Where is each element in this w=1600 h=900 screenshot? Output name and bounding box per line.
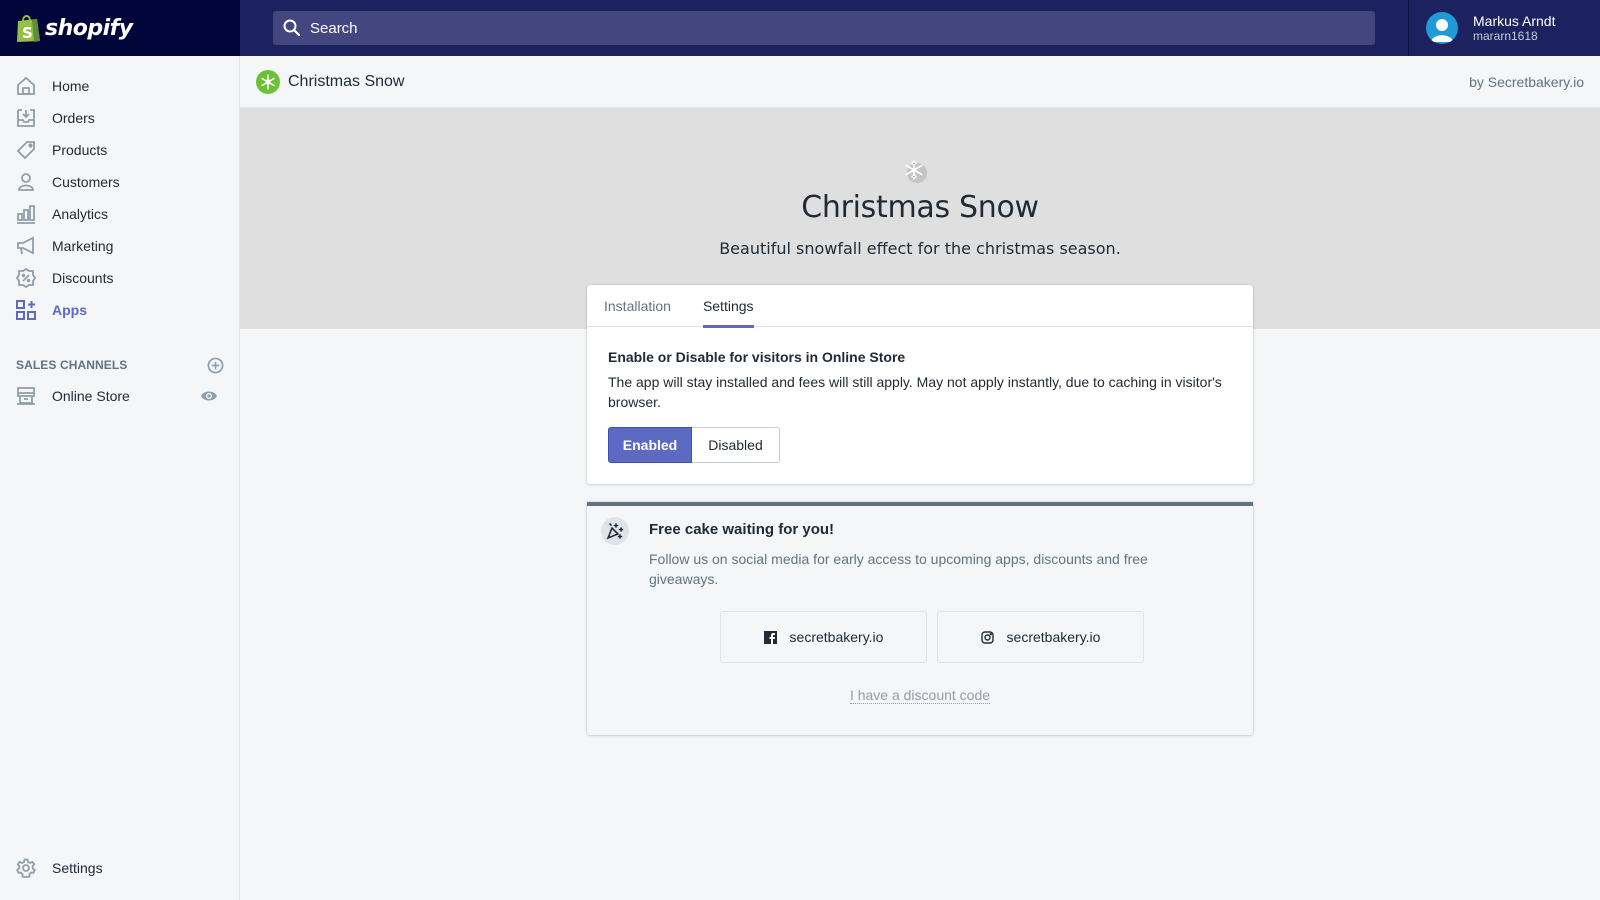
- facebook-button[interactable]: secretbakery.io: [720, 611, 927, 663]
- sidebar-item-settings[interactable]: Settings: [0, 852, 239, 884]
- sidebar-item-label: Discounts: [52, 270, 114, 286]
- app-developer: by Secretbakery.io: [1469, 73, 1584, 90]
- sidebar-item-label: Online Store: [52, 388, 130, 404]
- disabled-button[interactable]: Disabled: [692, 427, 780, 463]
- eye-icon: [201, 391, 217, 401]
- orders-icon: [16, 108, 36, 128]
- promo-card: Free cake waiting for you! Follow us on …: [587, 502, 1253, 735]
- hero-title: Christmas Snow: [801, 190, 1039, 225]
- sidebar-item-label: Customers: [52, 174, 120, 190]
- shopify-bag-icon: S: [15, 13, 41, 43]
- discount-code-link[interactable]: I have a discount code: [849, 687, 991, 704]
- top-bar: S shopify Markus Arndt mararn1618: [0, 0, 1600, 56]
- enabled-button[interactable]: Enabled: [608, 427, 692, 463]
- tab-installation[interactable]: Installation: [604, 285, 671, 327]
- plus-circle-icon: [207, 357, 223, 373]
- sidebar-item-analytics[interactable]: Analytics: [0, 198, 239, 230]
- sales-channels-header: SALES CHANNELS: [16, 356, 224, 374]
- sidebar-item-customers[interactable]: Customers: [0, 166, 239, 198]
- hero-subtitle: Beautiful snowfall effect for the christ…: [719, 239, 1121, 258]
- bar-chart-icon: [16, 204, 36, 224]
- snowflake-icon: [902, 158, 927, 183]
- discount-link-wrap: I have a discount code: [587, 687, 1253, 705]
- svg-text:S: S: [22, 24, 33, 42]
- instagram-button[interactable]: secretbakery.io: [937, 611, 1144, 663]
- promo-title: Free cake waiting for you!: [649, 521, 835, 538]
- settings-description: The app will stay installed and fees wil…: [608, 374, 1222, 410]
- sidebar-item-label: Home: [52, 78, 90, 94]
- sidebar-item-home[interactable]: Home: [0, 70, 239, 102]
- enable-toggle-group: Enabled Disabled: [608, 427, 1232, 463]
- party-popper-icon: [601, 517, 629, 545]
- facebook-label: secretbakery.io: [789, 629, 884, 645]
- view-online-store-button[interactable]: [200, 387, 218, 405]
- sidebar-item-label: Orders: [52, 110, 95, 126]
- user-menu[interactable]: Markus Arndt mararn1618: [1408, 0, 1600, 56]
- search-icon: [283, 19, 301, 37]
- sidebar-item-label: Products: [52, 142, 108, 158]
- sidebar-item-label: Apps: [52, 302, 87, 318]
- tag-icon: [16, 140, 36, 160]
- sidebar-item-discounts[interactable]: Discounts: [0, 262, 239, 294]
- search-bar[interactable]: [273, 11, 1375, 45]
- avatar: [1426, 12, 1458, 44]
- add-sales-channel-button[interactable]: [206, 356, 224, 374]
- app-logo-icon: [256, 69, 280, 94]
- sidebar-item-label: Analytics: [52, 206, 109, 222]
- discount-badge-icon: [16, 268, 36, 288]
- user-name: Markus Arndt: [1473, 13, 1556, 29]
- settings-heading: Enable or Disable for visitors in Online…: [608, 349, 906, 365]
- megaphone-icon: [16, 236, 36, 256]
- person-icon: [16, 172, 36, 192]
- sidebar-item-label: Settings: [52, 860, 103, 876]
- sidebar-item-apps[interactable]: Apps: [0, 294, 239, 326]
- sidebar-item-marketing[interactable]: Marketing: [0, 230, 239, 262]
- logo-text: shopify: [45, 15, 133, 41]
- storefront-icon: [16, 386, 36, 406]
- promo-description: Follow us on social media for early acce…: [649, 551, 1148, 587]
- sidebar-item-label: Marketing: [52, 238, 114, 254]
- facebook-icon: [764, 630, 778, 644]
- sales-channels-heading: SALES CHANNELS: [16, 358, 128, 372]
- search-input[interactable]: [310, 19, 1310, 37]
- instagram-icon: [981, 630, 995, 644]
- gear-icon: [16, 858, 36, 878]
- app-header: Christmas Snow by Secretbakery.io: [240, 56, 1600, 108]
- instagram-label: secretbakery.io: [1006, 629, 1101, 645]
- tab-settings[interactable]: Settings: [702, 285, 754, 328]
- shopify-logo[interactable]: S shopify: [0, 0, 240, 56]
- sidebar-item-orders[interactable]: Orders: [0, 102, 239, 134]
- tab-bar: Installation Settings: [587, 285, 1253, 328]
- settings-card: Installation Settings Enable or Disable …: [587, 285, 1253, 484]
- apps-grid-icon: [16, 300, 36, 320]
- app-title: Christmas Snow: [288, 72, 405, 90]
- user-handle: mararn1618: [1473, 29, 1538, 43]
- home-icon: [16, 76, 36, 96]
- sidebar: Home Orders Products Customers Analytics…: [0, 56, 240, 900]
- sidebar-item-online-store[interactable]: Online Store: [0, 380, 239, 412]
- sidebar-item-products[interactable]: Products: [0, 134, 239, 166]
